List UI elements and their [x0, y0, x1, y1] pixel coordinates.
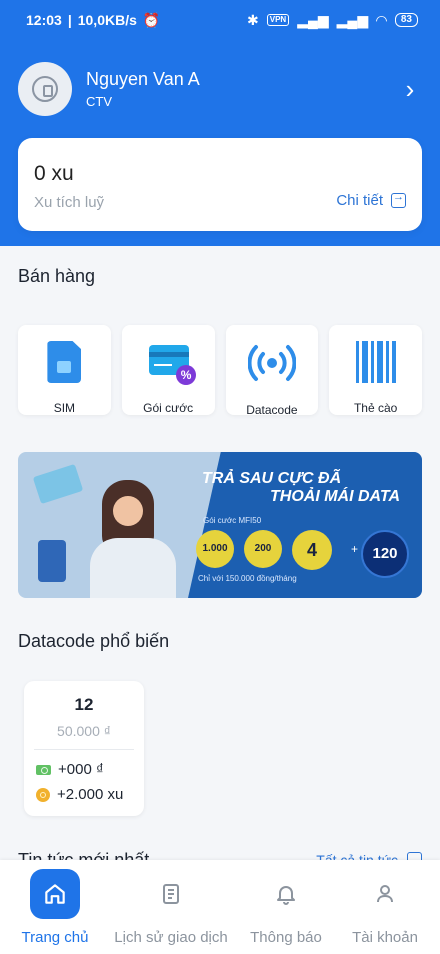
sales-tiles: SIM % Gói cước Datacode Thẻ cào [18, 325, 422, 417]
banner-price-note: Chỉ với 150.000 đồng/tháng [198, 574, 297, 583]
sales-tile-label: Thẻ cào [353, 401, 398, 415]
banner-badge: 4 [292, 530, 332, 570]
header-section: 12:03 | 10,0KB/s ⏰ ✱ VPN ▂▄▆ ▂▄▆ ◠ 83 Ng… [0, 0, 440, 246]
datacode-section-title: Datacode phổ biến [18, 631, 170, 651]
chevron-right-icon[interactable]: › [398, 74, 422, 105]
nav-label[interactable]: Tài khoản [352, 929, 418, 946]
nav-label[interactable]: Thông báo [250, 929, 322, 946]
points-card: 0 xu Xu tích luỹ Chi tiết [18, 138, 422, 231]
vpn-indicator: VPN [266, 14, 290, 26]
banner-person-shirt [90, 538, 176, 598]
profile-row[interactable]: Nguyen Van A CTV › [18, 62, 422, 116]
points-detail-label[interactable]: Chi tiết [336, 192, 383, 209]
banner-plus: + [351, 542, 359, 556]
sales-section-title: Bán hàng [18, 266, 96, 286]
status-bar: 12:03 | 10,0KB/s ⏰ ✱ VPN ▂▄▆ ▂▄▆ ◠ 83 [0, 0, 440, 40]
coin-icon [36, 787, 50, 802]
user-placeholder-icon [32, 76, 58, 102]
datacode-cashback: +000 ₫ [58, 761, 104, 778]
avatar[interactable] [18, 62, 72, 116]
external-link-icon[interactable] [391, 191, 406, 208]
clipboard-icon[interactable] [146, 869, 196, 919]
status-separator: | [67, 12, 72, 28]
banner-package: Gói cước MFI50 [203, 516, 262, 525]
profile-role: CTV [86, 93, 112, 109]
promo-banner[interactable]: TRẢ SAU CỰC ĐÃ THOẢI MÁI DATA Gói cước M… [18, 452, 422, 598]
barcode-icon [352, 339, 400, 385]
card-percent-icon: % [144, 339, 197, 385]
points-value: 0 xu [34, 162, 74, 185]
banner-person-face [113, 496, 143, 526]
profile-name: Nguyen Van A [86, 68, 200, 89]
wifi-icon: ◠ [376, 11, 387, 28]
datacode-divider [34, 749, 134, 750]
status-time: 12:03 [26, 12, 62, 28]
sales-tile-sim[interactable]: SIM [18, 325, 111, 415]
banner-headline-2: THOẢI MÁI DATA [270, 488, 401, 505]
sales-tile-label: SIM [53, 401, 76, 415]
bell-icon[interactable] [261, 869, 311, 919]
bluetooth-icon: ✱ [247, 11, 259, 28]
sales-tile-datacode[interactable]: Datacode [225, 325, 319, 417]
sim-card-icon [40, 339, 88, 385]
battery-indicator: 83 [394, 13, 418, 27]
sales-tile-card[interactable]: Thẻ cào [329, 325, 422, 415]
banner-badge: 200 [244, 530, 282, 568]
datacode-points-row: +2.000 xu [36, 786, 123, 803]
user-icon[interactable] [360, 869, 410, 919]
datacode-size: 12 [74, 695, 94, 714]
points-label: Xu tích luỹ [34, 194, 105, 211]
nav-label[interactable]: Trang chủ [22, 929, 89, 946]
bottom-navigation: Trang chủ Lịch sử giao dịch Thông báo Tà… [0, 860, 440, 954]
money-icon [36, 764, 51, 775]
home-icon[interactable] [30, 869, 80, 919]
signal-icon: ▂▄▆ [297, 11, 329, 28]
banner-badge: 1.000 [196, 530, 234, 568]
datacode-price: 50.000 ₫ [57, 723, 111, 739]
nav-account[interactable]: Tài khoản [344, 860, 426, 954]
wifi-signal-icon [247, 339, 297, 387]
profile-info: Nguyen Van A CTV [86, 68, 398, 111]
datacode-card[interactable]: 12 50.000 ₫ +000 ₫ +2.000 xu [24, 681, 144, 816]
app-screen: 12:03 | 10,0KB/s ⏰ ✱ VPN ▂▄▆ ▂▄▆ ◠ 83 Ng… [0, 0, 440, 954]
nav-transaction-history[interactable]: Lịch sử giao dịch [108, 860, 234, 954]
sales-tile-package[interactable]: % Gói cước [121, 325, 215, 415]
nav-label[interactable]: Lịch sử giao dịch [114, 929, 227, 946]
sales-tile-label: Gói cước [143, 401, 194, 415]
nav-home[interactable]: Trang chủ [16, 860, 94, 954]
banner-headline-1: TRẢ SAU CỰC ĐÃ [202, 470, 342, 487]
network-speed: 10,0KB/s [77, 12, 137, 28]
datacode-points: +2.000 xu [57, 786, 124, 803]
banner-ticket-graphic [32, 463, 84, 505]
sales-tile-label: Datacode [246, 403, 298, 417]
banner-cup-graphic [38, 540, 66, 582]
nav-notifications[interactable]: Thông báo [244, 860, 328, 954]
datacode-cashback-row: +000 ₫ [36, 761, 104, 778]
banner-badge: 120 [361, 530, 409, 578]
points-detail-link[interactable]: Chi tiết [336, 191, 406, 209]
alarm-icon: ⏰ [142, 11, 161, 28]
signal-icon-2: ▂▄▆ [336, 11, 369, 28]
